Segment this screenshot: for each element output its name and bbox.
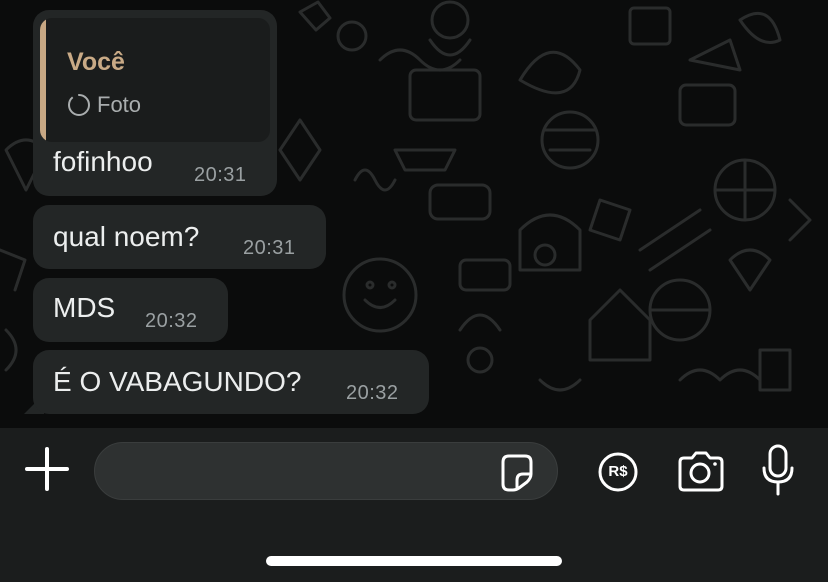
quoted-media: 1 Foto <box>67 92 141 118</box>
message-text: qual noem? <box>53 221 200 252</box>
quoted-sender: Você <box>67 48 125 76</box>
message-time: 20:31 <box>243 237 296 259</box>
message-time: 20:32 <box>346 382 399 404</box>
quote-accent-bar <box>40 18 46 142</box>
quoted-media-label: Foto <box>97 92 142 117</box>
message-bubble[interactable]: qual noem? 20:31 <box>33 205 326 269</box>
quoted-message[interactable]: Você 1 Foto <box>40 18 270 142</box>
message-text: MDS <box>53 292 116 323</box>
sticker-icon[interactable] <box>497 452 537 492</box>
message-bubble[interactable]: MDS 20:32 <box>33 278 228 342</box>
chat-area: Você 1 Foto fofinhoo 20:31 qual noem? 20… <box>0 0 828 428</box>
message-text: É O VABAGUNDO? <box>53 366 302 397</box>
message-bubble[interactable]: Você 1 Foto fofinhoo 20:31 <box>33 10 277 196</box>
currency-brl-icon[interactable]: R$ <box>597 451 639 493</box>
message-text: fofinhoo <box>53 146 153 177</box>
payment-label: R$ <box>608 463 628 480</box>
message-time: 20:31 <box>194 164 247 186</box>
message-bubble[interactable]: É O VABAGUNDO? 20:32 <box>33 350 429 414</box>
plus-icon[interactable] <box>24 446 70 492</box>
camera-icon[interactable] <box>676 450 724 492</box>
message-input[interactable] <box>94 442 558 501</box>
view-once-icon <box>68 94 90 116</box>
microphone-icon[interactable] <box>760 444 796 496</box>
message-text-field[interactable] <box>115 443 499 501</box>
message-time: 20:32 <box>145 310 198 332</box>
home-indicator[interactable] <box>266 556 562 566</box>
